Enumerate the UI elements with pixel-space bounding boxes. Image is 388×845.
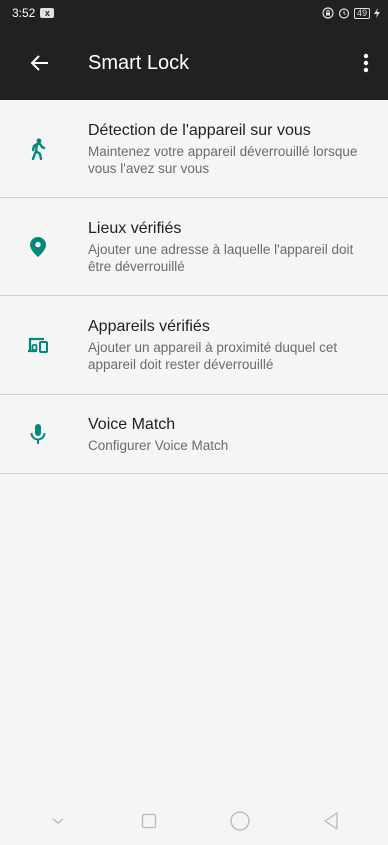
item-text: Lieux vérifiés Ajouter une adresse à laq… xyxy=(88,219,388,275)
alarm-icon xyxy=(338,8,350,19)
notification-badge-icon: x xyxy=(40,8,55,18)
circle-home-icon xyxy=(229,810,250,831)
list-item-voice-match[interactable]: Voice Match Configurer Voice Match xyxy=(0,395,388,474)
item-icon-wrap xyxy=(0,236,88,257)
status-bar: 3:52 x 49 xyxy=(0,0,388,26)
devices-icon xyxy=(28,337,48,353)
list-item-trusted-devices[interactable]: Appareils vérifiés Ajouter un appareil à… xyxy=(0,296,388,395)
nav-recents-button[interactable] xyxy=(129,801,169,841)
item-icon-wrap xyxy=(0,137,88,160)
item-text: Appareils vérifiés Ajouter un appareil à… xyxy=(88,317,388,373)
walking-person-icon xyxy=(31,137,46,160)
item-title: Voice Match xyxy=(88,415,176,433)
list-item-trusted-places[interactable]: Lieux vérifiés Ajouter une adresse à laq… xyxy=(0,198,388,296)
item-subtitle: Configurer Voice Match xyxy=(88,437,229,453)
item-subtitle: Maintenez votre appareil déverrouillé lo… xyxy=(88,143,358,176)
smart-lock-options-list: Détection de l'appareil sur vous Mainten… xyxy=(0,100,388,474)
status-left: 3:52 x xyxy=(12,6,55,20)
item-text: Voice Match Configurer Voice Match xyxy=(88,415,388,454)
triangle-back-icon xyxy=(323,811,338,830)
more-vert-icon xyxy=(363,53,369,73)
list-item-on-body-detection[interactable]: Détection de l'appareil sur vous Mainten… xyxy=(0,100,388,198)
system-navigation-bar xyxy=(0,796,388,845)
chevron-down-icon xyxy=(52,817,63,824)
item-title: Appareils vérifiés xyxy=(88,318,210,335)
nav-back-button[interactable] xyxy=(311,801,351,841)
charging-icon xyxy=(374,8,380,18)
more-options-button[interactable] xyxy=(350,26,382,100)
item-text: Détection de l'appareil sur vous Mainten… xyxy=(88,121,388,177)
page-title: Smart Lock xyxy=(88,51,190,74)
item-title: Détection de l'appareil sur vous xyxy=(88,121,311,139)
app-bar: Smart Lock xyxy=(0,26,388,100)
item-subtitle: Ajouter un appareil à proximité duquel c… xyxy=(88,340,338,372)
status-right: 49 xyxy=(322,7,380,19)
square-recent-icon xyxy=(141,813,156,828)
arrow-left-icon xyxy=(30,55,48,71)
item-icon-wrap xyxy=(0,423,88,445)
item-title: Lieux vérifiés xyxy=(88,219,182,237)
location-pin-icon xyxy=(30,236,46,257)
microphone-icon xyxy=(30,424,46,444)
nav-hide-button[interactable] xyxy=(38,801,78,841)
status-time: 3:52 xyxy=(12,6,36,20)
item-subtitle: Ajouter une adresse à laquelle l'apparei… xyxy=(88,241,354,274)
item-icon-wrap xyxy=(0,337,88,353)
back-button[interactable] xyxy=(0,26,56,100)
lock-rotation-icon xyxy=(322,7,334,19)
battery-icon: 49 xyxy=(353,7,370,19)
nav-home-button[interactable] xyxy=(220,801,260,841)
